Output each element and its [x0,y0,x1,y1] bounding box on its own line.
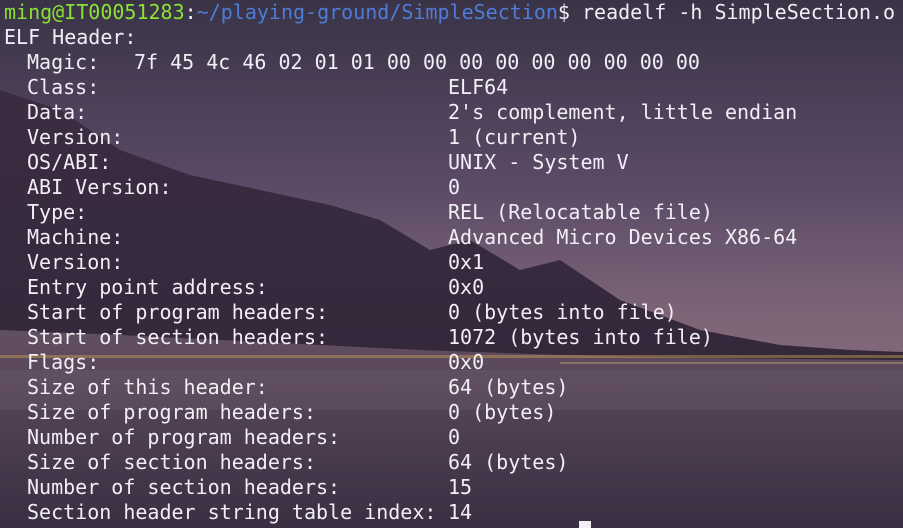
command-prompt-line: ming@IT00051283:~/playing-ground/SimpleS… [4,0,903,25]
field-row: Number of program headers: 0 [4,425,903,450]
field-key: Section header string table index: [27,500,437,524]
field-key: Data: [27,100,88,124]
field-row: Start of program headers: 0 (bytes into f… [4,300,903,325]
field-key: Entry point address: [27,275,268,299]
field-row: Number of section headers: 15 [4,475,903,500]
field-value: 2's complement, little endian [448,100,798,124]
field-key: Magic: [27,50,100,74]
elf-header-title: ELF Header: [4,25,137,49]
field-row: Start of section headers: 1072 (bytes int… [4,325,903,350]
terminal-output: ming@IT00051283:~/playing-ground/SimpleS… [4,0,903,525]
prompt-colon: : [184,0,197,24]
field-key: Version: [27,250,124,274]
field-row-magic: Magic: 7f 45 4c 46 02 01 01 00 00 00 00 0… [4,50,903,75]
field-value: 0 [448,425,461,449]
field-key: ABI Version: [27,175,172,199]
terminal-cursor[interactable] [579,521,591,528]
field-key: Machine: [27,225,124,249]
field-key: Type: [27,200,88,224]
field-value: ELF64 [448,75,509,99]
field-key: Class: [27,75,100,99]
field-value: 15 [448,475,473,499]
field-row: ABI Version: 0 [4,175,903,200]
field-key: Start of program headers: [27,300,329,324]
field-value: 1 (current) [448,125,581,149]
field-value: 64 (bytes) [448,375,569,399]
field-value: 1072 (bytes into file) [448,325,713,349]
field-value: 0 (bytes into file) [448,300,677,324]
field-row: Version: 0x1 [4,250,903,275]
field-value: 0 [448,175,461,199]
prompt-working-directory: ~/playing-ground/SimpleSection [196,0,558,24]
field-value: 14 [448,500,473,524]
field-row: Size of this header: 64 (bytes) [4,375,903,400]
field-key: Number of program headers: [27,425,341,449]
field-value: 0x1 [448,250,485,274]
field-key: Size of program headers: [27,400,316,424]
field-value: UNIX - System V [448,150,629,174]
field-value: 64 (bytes) [448,450,569,474]
command-text: readelf -h SimpleSection.o [569,0,896,24]
field-value: 7f 45 4c 46 02 01 01 00 00 00 00 00 00 0… [134,50,700,74]
field-key: Flags: [27,350,100,374]
field-row: Flags: 0x0 [4,350,903,375]
field-value: 0 (bytes) [448,400,557,424]
field-key: Size of section headers: [27,450,316,474]
prompt-user-host: ming@IT00051283 [4,0,185,24]
field-row: Size of section headers: 64 (bytes) [4,450,903,475]
field-row: Section header string table index: 14 [4,500,903,525]
field-row: Type: REL (Relocatable file) [4,200,903,225]
field-key: Number of section headers: [27,475,341,499]
field-key: Version: [27,125,124,149]
prompt-dollar: $ [557,0,570,24]
field-row: Machine: Advanced Micro Devices X86-64 [4,225,903,250]
field-row: OS/ABI: UNIX - System V [4,150,903,175]
field-key: Start of section headers: [27,325,329,349]
field-key: Size of this header: [27,375,268,399]
field-row: Version: 1 (current) [4,125,903,150]
field-row: Entry point address: 0x0 [4,275,903,300]
field-value: 0x0 [448,350,485,374]
field-row: Size of program headers: 0 (bytes) [4,400,903,425]
field-value: REL (Relocatable file) [448,200,713,224]
field-row: Data: 2's complement, little endian [4,100,903,125]
field-value: Advanced Micro Devices X86-64 [448,225,798,249]
field-row: Class: ELF64 [4,75,903,100]
field-key: OS/ABI: [27,150,112,174]
field-value: 0x0 [448,275,485,299]
